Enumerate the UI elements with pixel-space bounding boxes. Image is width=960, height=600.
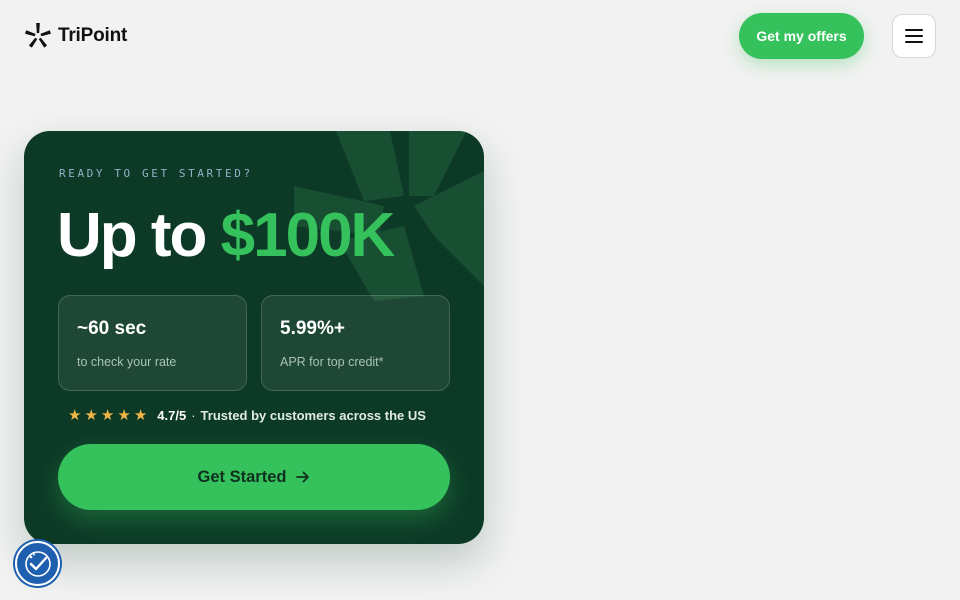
headline-amount: $100K (220, 201, 396, 270)
get-started-button[interactable]: Get Started (58, 444, 450, 510)
star-rating: ★ ★ ★ ★ ★ (68, 408, 147, 423)
get-my-offers-button[interactable]: Get my offers (739, 13, 864, 59)
stat-label: to check your rate (77, 355, 177, 369)
eyebrow-text: READY TO GET STARTED? (59, 167, 253, 180)
menu-button[interactable] (892, 14, 936, 58)
rating-text: Trusted by customers across the US (200, 408, 426, 423)
star-icon: ★ (117, 407, 131, 424)
arrow-right-icon (296, 471, 310, 483)
hero-headline: Up to $100K (57, 199, 396, 273)
star-icon: ★ (133, 407, 148, 424)
stat-card-rate-time: ~60 sec to check your rate (58, 295, 247, 391)
stat-card-apr: 5.99%+ APR for top credit* (261, 295, 450, 391)
brand-name: TriPoint (58, 25, 128, 46)
get-started-label: Get Started (197, 467, 287, 486)
rating-separator: · (191, 408, 196, 423)
stat-value: 5.99%+ (280, 318, 345, 339)
rating-score: 4.7/5 (157, 408, 187, 423)
star-icon: ★ (68, 407, 82, 424)
accessibility-icon (24, 550, 51, 577)
site-header: TriPoint Get my offers (0, 0, 960, 74)
hero-card: READY TO GET STARTED? Up to $100K ~60 se… (24, 131, 484, 544)
headline-prefix: Up to (57, 201, 221, 270)
rating-row: ★ ★ ★ ★ ★ 4.7/5 · Trusted by customers a… (68, 408, 426, 423)
brand-logo[interactable]: TriPoint (24, 21, 127, 51)
star-icon: ★ (100, 407, 115, 424)
hamburger-menu-icon (905, 29, 923, 43)
accessibility-widget-button[interactable] (15, 541, 60, 586)
asterisk-logo-icon (25, 23, 51, 48)
stat-label: APR for top credit* (280, 355, 384, 369)
stat-value: ~60 sec (77, 318, 147, 339)
star-icon: ★ (84, 407, 98, 424)
